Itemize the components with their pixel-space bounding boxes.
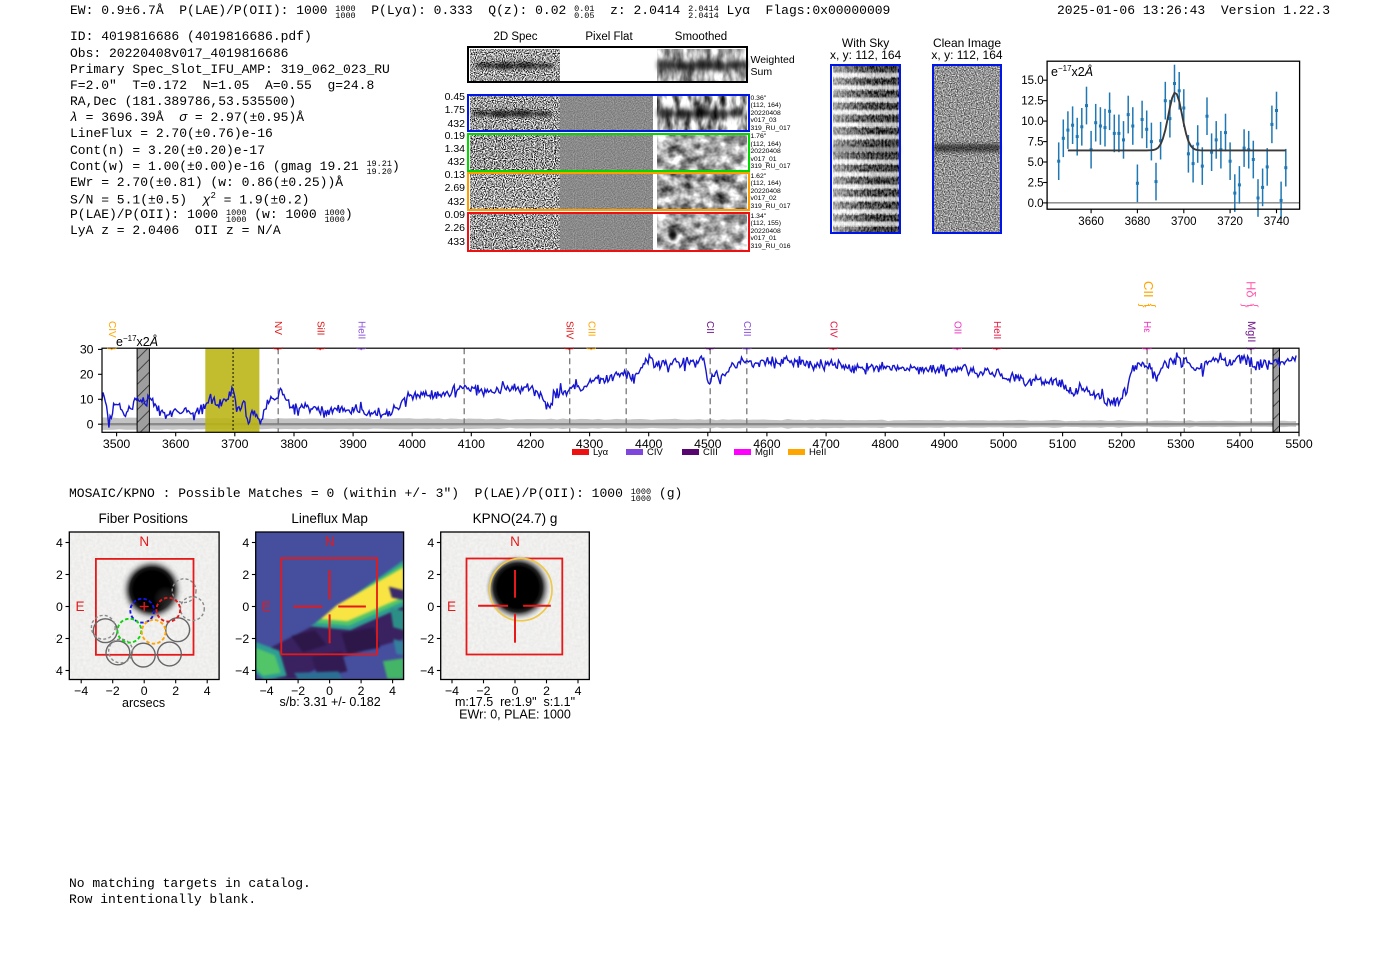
svg-text:OII: OII [951, 321, 962, 334]
svg-text:4: 4 [56, 536, 63, 550]
svg-text:3680: 3680 [1125, 216, 1151, 228]
svg-text:SiIV: SiIV [564, 321, 575, 340]
svg-text:CIII: CIII [585, 321, 596, 337]
svg-text:4800: 4800 [872, 437, 900, 451]
svg-text:HeII: HeII [355, 321, 366, 339]
svg-text:}: } [951, 347, 962, 351]
svg-text:2: 2 [427, 568, 434, 582]
svg-text:2: 2 [56, 568, 63, 582]
svg-text:2.5: 2.5 [1028, 177, 1044, 189]
svg-text:10: 10 [80, 393, 94, 407]
svg-text:0: 0 [87, 417, 94, 431]
svg-text:−2: −2 [420, 632, 434, 646]
svg-text:4: 4 [204, 684, 211, 698]
svg-text:Hδ: Hδ [1243, 281, 1258, 298]
svg-text:4900: 4900 [931, 437, 959, 451]
svg-text:3500: 3500 [103, 437, 131, 451]
svg-text:E: E [75, 599, 84, 614]
svg-text:CII: CII [1141, 281, 1156, 298]
svg-text:−4: −4 [235, 664, 249, 678]
svg-text:0: 0 [242, 600, 249, 614]
svg-text:CII: CII [704, 321, 715, 334]
svg-text:5400: 5400 [1226, 437, 1254, 451]
svg-text:3900: 3900 [339, 437, 367, 451]
svg-text:−2: −2 [55, 632, 63, 646]
svg-text:E: E [447, 599, 456, 614]
svg-text:−4: −4 [74, 684, 88, 698]
svg-text:Hε: Hε [1141, 321, 1152, 333]
svg-text:4: 4 [575, 684, 582, 698]
svg-text:N: N [139, 534, 149, 549]
svg-text:−2: −2 [106, 684, 120, 698]
svg-text:0: 0 [427, 600, 434, 614]
svg-text:}: } [315, 347, 326, 351]
svg-text:CIV: CIV [827, 321, 838, 338]
svg-text:s/b: 3.31 +/- 0.182: s/b: 3.31 +/- 0.182 [280, 695, 381, 709]
svg-text:15.0: 15.0 [1021, 75, 1043, 87]
svg-text:{: { [1145, 303, 1159, 307]
svg-text:3740: 3740 [1264, 216, 1290, 228]
svg-text:3800: 3800 [280, 437, 308, 451]
svg-text:30: 30 [80, 343, 94, 357]
svg-text:3700: 3700 [1171, 216, 1197, 228]
svg-text:NV: NV [272, 321, 283, 335]
svg-text:}: } [827, 347, 838, 351]
svg-text:0.0: 0.0 [1028, 198, 1044, 210]
svg-text:HeII: HeII [991, 321, 1002, 339]
svg-text:2: 2 [242, 568, 249, 582]
svg-text:−4: −4 [260, 684, 274, 698]
svg-text:5000: 5000 [990, 437, 1018, 451]
svg-text:5200: 5200 [1108, 437, 1136, 451]
svg-text:4: 4 [389, 684, 396, 698]
svg-text:7.5: 7.5 [1028, 137, 1044, 149]
svg-text:CIII: CIII [741, 321, 752, 337]
svg-text:4: 4 [427, 536, 434, 550]
svg-text:5300: 5300 [1167, 437, 1195, 451]
svg-text:N: N [325, 534, 335, 549]
svg-text:MgII: MgII [1245, 321, 1257, 342]
svg-text:−2: −2 [235, 632, 249, 646]
svg-text:SiII: SiII [315, 321, 326, 335]
svg-text:4: 4 [242, 536, 249, 550]
svg-text:}: } [991, 347, 1002, 351]
svg-text:}: } [585, 347, 596, 351]
svg-text:5100: 5100 [1049, 437, 1077, 451]
svg-text:3660: 3660 [1078, 216, 1104, 228]
svg-text:−4: −4 [55, 664, 63, 678]
svg-text:4000: 4000 [399, 437, 427, 451]
svg-text:{: { [1247, 303, 1261, 307]
svg-text:4200: 4200 [517, 437, 545, 451]
svg-text:3700: 3700 [221, 437, 249, 451]
svg-text:5.0: 5.0 [1028, 157, 1044, 169]
svg-text:N: N [510, 534, 520, 549]
svg-text:3720: 3720 [1217, 216, 1243, 228]
svg-text:4100: 4100 [458, 437, 486, 451]
svg-text:5500: 5500 [1285, 437, 1313, 451]
svg-text:0: 0 [56, 600, 63, 614]
svg-text:}: } [355, 347, 366, 351]
svg-text:E: E [262, 599, 271, 614]
svg-text:10.0: 10.0 [1021, 116, 1043, 128]
svg-text:EWr: 0, PLAE: 1000: EWr: 0, PLAE: 1000 [459, 708, 571, 722]
svg-text:−4: −4 [420, 664, 434, 678]
svg-text:20: 20 [80, 368, 94, 382]
svg-text:12.5: 12.5 [1021, 96, 1043, 108]
svg-text:3600: 3600 [162, 437, 190, 451]
svg-text:2: 2 [172, 684, 179, 698]
svg-text:arcsecs: arcsecs [122, 696, 165, 710]
